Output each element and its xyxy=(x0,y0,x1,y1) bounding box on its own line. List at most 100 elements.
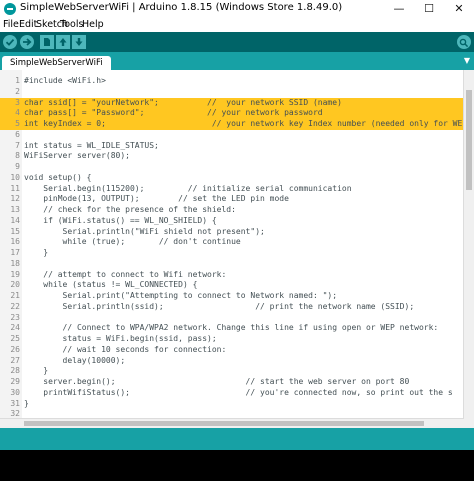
line-number: 19 xyxy=(10,269,20,279)
line-number: 27 xyxy=(10,355,20,365)
line-number: 7 xyxy=(15,140,20,150)
close-button[interactable]: ✕ xyxy=(444,0,474,18)
line-number: 23 xyxy=(10,312,20,322)
line-number: 12 xyxy=(10,194,20,204)
code-text: #include <WiFi.h> xyxy=(24,76,106,85)
code-line[interactable]: 10 void setup() { xyxy=(0,173,463,184)
verify-icon[interactable] xyxy=(3,35,17,49)
code-line[interactable]: 24 // Connect to WPA/WPA2 network. Chang… xyxy=(0,323,463,334)
horizontal-scrollbar[interactable] xyxy=(0,418,464,428)
code-text: } xyxy=(24,366,49,376)
title-bar: SimpleWebServerWiFi | Arduino 1.8.15 (Wi… xyxy=(0,0,474,19)
code-text: Serial.begin(115200); // initialize seri… xyxy=(24,183,352,193)
line-number: 5 xyxy=(15,119,20,128)
code-line[interactable]: 16 while (true); // don't continue xyxy=(0,237,463,248)
code-line[interactable]: 2 xyxy=(0,87,463,98)
menu-help[interactable]: Help xyxy=(82,19,104,30)
code-text: if (WiFi.status() == WL_NO_SHIELD) { xyxy=(24,215,217,225)
code-line[interactable]: 8 WiFiServer server(80); xyxy=(0,151,463,162)
tab-bar: SimpleWebServerWiFi ▼ xyxy=(0,52,474,70)
code-line[interactable]: 15 Serial.println("WiFi shield not prese… xyxy=(0,227,463,238)
line-number: 4 xyxy=(15,108,20,118)
menu-bar: File Edit Sketch Tools Help xyxy=(0,18,474,32)
upload-icon[interactable] xyxy=(20,35,34,49)
code-line[interactable]: 31} xyxy=(0,399,463,410)
code-line[interactable]: 9 xyxy=(0,162,463,173)
line-number: 26 xyxy=(10,344,20,354)
code-line[interactable]: 12 pinMode(13, OUTPUT); // set the LED p… xyxy=(0,194,463,205)
code-text: // attempt to connect to Wifi network: xyxy=(24,269,227,279)
code-text: WiFiServer server(80); xyxy=(24,151,130,161)
code-editor[interactable]: 1 #include <WiFi.h> 2 3 char ssid[] = "yourN… xyxy=(0,70,474,428)
line-number: 21 xyxy=(10,291,20,300)
code-line[interactable]: 5 int keyIndex = 0; // your network key I… xyxy=(0,119,467,130)
code-line[interactable]: 27 delay(10000); xyxy=(0,356,463,367)
line-number: 17 xyxy=(10,248,20,257)
minimize-button[interactable]: — xyxy=(384,0,414,18)
code-line[interactable]: 13 // check for the presence of the shie… xyxy=(0,205,463,216)
code-line[interactable]: 29 server.begin(); // start the web serv… xyxy=(0,377,463,388)
code-line[interactable]: 23 xyxy=(0,313,463,324)
code-text: char pass[] = "Password"; // your networ… xyxy=(24,108,323,118)
code-text: Serial.print("Attempting to connect to N… xyxy=(24,291,338,300)
vertical-scrollbar[interactable] xyxy=(463,70,474,428)
line-number: 16 xyxy=(10,237,20,247)
code-text: // wait 10 seconds for connection: xyxy=(24,344,227,354)
code-line[interactable]: 19 // attempt to connect to Wifi network… xyxy=(0,270,463,281)
code-line[interactable]: 6 xyxy=(0,130,463,141)
line-number: 13 xyxy=(10,205,20,214)
code-line[interactable]: 22 Serial.println(ssid); // print the ne… xyxy=(0,302,463,313)
code-line[interactable]: 26 // wait 10 seconds for connection: xyxy=(0,345,463,356)
tab-menu-button[interactable]: ▼ xyxy=(464,56,470,65)
line-number: 11 xyxy=(10,183,20,193)
open-icon[interactable] xyxy=(56,35,70,49)
code-line[interactable]: 4 char pass[] = "Password"; // your netwo… xyxy=(0,108,463,119)
code-line[interactable]: 1 #include <WiFi.h> xyxy=(0,76,463,87)
code-text: while (status != WL_CONNECTED) { xyxy=(24,280,198,290)
code-text: server.begin(); // start the web server … xyxy=(24,377,410,386)
menu-file[interactable]: File xyxy=(3,19,19,30)
code-text: // Connect to WPA/WPA2 network. Change t… xyxy=(24,323,439,333)
code-text: } xyxy=(24,398,29,408)
line-number: 8 xyxy=(15,151,20,161)
line-number: 14 xyxy=(10,215,20,225)
code-text: while (true); // don't continue xyxy=(24,237,241,247)
code-text: Serial.println(ssid); // print the netwo… xyxy=(24,301,415,311)
menu-edit[interactable]: Edit xyxy=(19,19,37,30)
line-number: 24 xyxy=(10,323,20,333)
code-line[interactable]: 3 char ssid[] = "yourNetwork"; // your ne… xyxy=(0,97,463,109)
vertical-scrollbar-thumb[interactable] xyxy=(466,90,472,190)
line-number: 1 xyxy=(15,76,20,85)
line-number: 2 xyxy=(15,86,20,96)
tab-simplewebserverwifi[interactable]: SimpleWebServerWiFi xyxy=(2,56,111,70)
menu-tools[interactable]: Tools xyxy=(60,19,83,30)
code-text: int status = WL_IDLE_STATUS; xyxy=(24,140,159,150)
code-line[interactable]: 11 Serial.begin(115200); // initialize s… xyxy=(0,184,463,195)
code-line[interactable]: 28 } xyxy=(0,366,463,377)
serial-monitor-icon[interactable] xyxy=(457,35,471,49)
line-number: 10 xyxy=(10,172,20,182)
line-number: 29 xyxy=(10,377,20,386)
save-icon[interactable] xyxy=(72,35,86,49)
code-line[interactable]: 30 printWifiStatus(); // you're connecte… xyxy=(0,388,463,399)
code-line[interactable]: 14 if (WiFi.status() == WL_NO_SHIELD) { xyxy=(0,216,463,227)
code-line[interactable]: 7 int status = WL_IDLE_STATUS; xyxy=(0,141,463,152)
code-line[interactable]: 20 while (status != WL_CONNECTED) { xyxy=(0,280,463,291)
line-number: 25 xyxy=(10,334,20,343)
maximize-button[interactable]: ☐ xyxy=(414,0,444,18)
line-number: 18 xyxy=(10,258,20,268)
status-bar xyxy=(0,428,474,450)
new-icon[interactable] xyxy=(40,35,54,49)
code-text: } xyxy=(24,248,49,257)
horizontal-scrollbar-thumb[interactable] xyxy=(24,421,424,426)
output-console xyxy=(0,450,474,481)
code-line[interactable]: 17 } xyxy=(0,248,463,259)
code-text: int keyIndex = 0; // your network key In… xyxy=(24,119,468,128)
line-number: 9 xyxy=(15,162,20,171)
code-line[interactable]: 18 xyxy=(0,259,463,270)
code-line[interactable]: 25 status = WiFi.begin(ssid, pass); xyxy=(0,334,463,345)
code-line[interactable]: 21 Serial.print("Attempting to connect t… xyxy=(0,291,463,302)
toolbar xyxy=(0,32,474,52)
line-number: 3 xyxy=(15,97,20,107)
arduino-app-icon xyxy=(4,3,16,15)
